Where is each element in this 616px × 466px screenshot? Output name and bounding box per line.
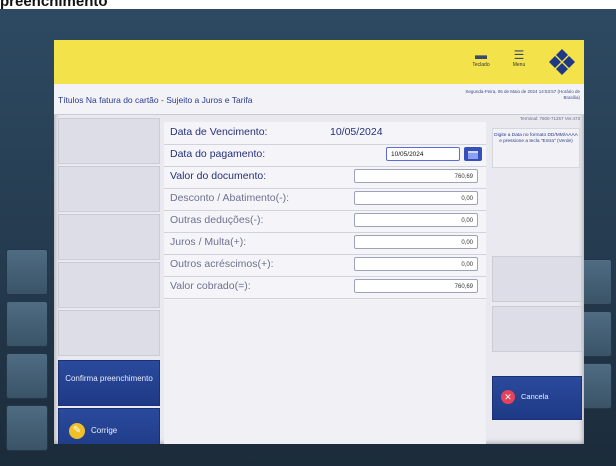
top-bar: ▬ Teclado ☰ Menu: [54, 40, 584, 84]
valor-cobrado-field: 760,69: [354, 279, 478, 293]
valor-documento-field: 760,69: [354, 169, 478, 183]
right-option-empty-2: [492, 306, 582, 352]
juros-label: Juros / Multa(+):: [170, 236, 247, 248]
left-option-empty-4: [58, 262, 160, 308]
outras-deducoes-field: 0,00: [354, 213, 478, 227]
row-juros: Juros / Multa(+): 0,00: [164, 232, 486, 255]
instruction-hint: Digite a Data no formato DD/MM/AAAA e pr…: [492, 128, 580, 168]
row-desconto: Desconto / Abatimento(-): 0,00: [164, 188, 486, 211]
confirma-preenchimento-button[interactable]: Confirma preenchimento: [58, 360, 160, 406]
cancela-button[interactable]: ✕ Cancela: [492, 376, 582, 420]
menu-label: Menu: [512, 62, 526, 68]
corrige-button[interactable]: ✎ Corrige: [58, 408, 160, 444]
page-caption: preenchimento: [0, 0, 108, 10]
row-outros-acrescimos: Outros acréscimos(+): 0,00: [164, 254, 486, 277]
menu-button[interactable]: ☰ Menu: [504, 48, 534, 68]
valor-cobrado-label: Valor cobrado(=):: [170, 280, 251, 292]
data-pagamento-input[interactable]: 10/05/2024: [386, 147, 460, 161]
right-options: Digite a Data no formato DD/MM/AAAA e pr…: [488, 124, 584, 444]
teclado-label: Teclado: [472, 62, 490, 68]
side-key-left-3[interactable]: [6, 353, 48, 399]
left-option-empty-5: [58, 310, 160, 356]
row-outras-deducoes: Outras deduções(-): 0,00: [164, 210, 486, 233]
right-option-empty-1: [492, 256, 582, 302]
teclado-button[interactable]: ▬ Teclado: [466, 48, 496, 68]
left-option-empty-1: [58, 118, 160, 164]
cancel-x-icon: ✕: [501, 390, 515, 404]
side-key-left-1[interactable]: [6, 249, 48, 295]
outras-deducoes-label: Outras deduções(-):: [170, 214, 264, 226]
pencil-icon: ✎: [69, 423, 85, 439]
page-title: Títulos Na fatura do cartão - Sujeito a …: [58, 95, 253, 105]
bank-logo-icon: [549, 49, 575, 75]
data-vencimento-value: 10/05/2024: [330, 126, 383, 138]
outros-acrescimos-label: Outros acréscimos(+):: [170, 258, 274, 270]
menu-icon: ☰: [513, 48, 525, 62]
data-vencimento-label: Data de Vencimento:: [170, 126, 268, 138]
terminal-label: Terminal: 7600-71257 Ver.473: [519, 116, 580, 121]
juros-field: 0,00: [354, 235, 478, 249]
data-pagamento-label: Data do pagamento:: [170, 148, 266, 160]
datetime-label: Segunda-Feira, 06 de Maio de 2024 14:53:…: [465, 89, 580, 100]
outros-acrescimos-field: 0,00: [354, 257, 478, 271]
desconto-field: 0,00: [354, 191, 478, 205]
row-data-vencimento: Data de Vencimento: 10/05/2024: [164, 122, 486, 145]
sub-header: Títulos Na fatura do cartão - Sujeito a …: [54, 84, 584, 115]
side-key-left-2[interactable]: [6, 301, 48, 347]
form-empty-area: [164, 300, 486, 444]
row-valor-documento: Valor do documento: 760,69: [164, 166, 486, 189]
left-option-empty-3: [58, 214, 160, 260]
atm-screen: ▬ Teclado ☰ Menu Títulos Na fatura do ca…: [54, 40, 584, 444]
confirma-label: Confirma preenchimento: [65, 374, 153, 383]
left-option-empty-2: [58, 166, 160, 212]
keyboard-icon: ▬: [475, 48, 487, 62]
left-side-keys: [0, 39, 52, 451]
row-data-pagamento: Data do pagamento: 10/05/2024: [164, 144, 486, 167]
payment-form: Data de Vencimento: 10/05/2024 Data do p…: [164, 122, 486, 300]
left-options: Confirma preenchimento ✎ Corrige: [54, 116, 162, 444]
corrige-label: Corrige: [91, 426, 118, 435]
valor-documento-label: Valor do documento:: [170, 170, 267, 182]
desconto-label: Desconto / Abatimento(-):: [170, 192, 290, 204]
cancela-label: Cancela: [521, 392, 549, 401]
side-key-left-4[interactable]: [6, 405, 48, 451]
row-valor-cobrado: Valor cobrado(=): 760,69: [164, 276, 486, 299]
calendar-icon[interactable]: [464, 147, 482, 161]
